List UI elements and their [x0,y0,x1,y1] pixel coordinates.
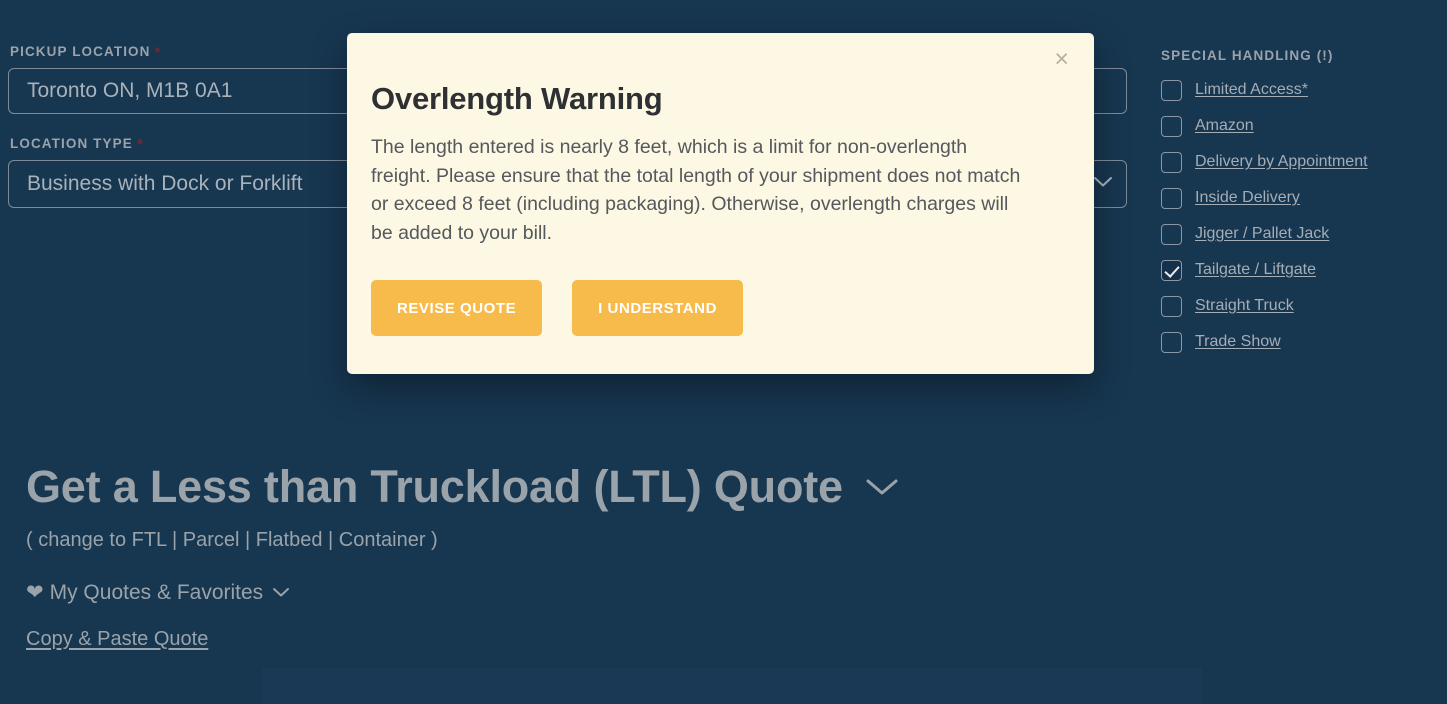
special-handling-option-limited-access[interactable]: Limited Access* [1161,72,1441,108]
i-understand-button[interactable]: I UNDERSTAND [572,280,743,336]
special-handling-option-inside-delivery[interactable]: Inside Delivery [1161,180,1441,216]
pickup-location-label-text: PICKUP LOCATION [10,44,151,59]
checkbox-icon[interactable] [1161,79,1182,101]
special-handling-section: SPECIAL HANDLING (!) Limited Access* Ama… [1161,48,1441,360]
modal-title: Overlength Warning [371,81,663,116]
special-handling-option-label: Trade Show [1195,333,1281,350]
special-handling-option-label: Jigger / Pallet Jack [1195,225,1330,242]
special-handling-option-trade-show[interactable]: Trade Show [1161,324,1441,360]
special-handling-option-label: Straight Truck [1195,297,1294,314]
chevron-down-icon[interactable] [272,587,290,598]
modal-actions: REVISE QUOTE I UNDERSTAND [347,247,1094,336]
special-handling-option-label: Inside Delivery [1195,189,1300,206]
special-handling-option-jigger-pallet-jack[interactable]: Jigger / Pallet Jack [1161,216,1441,252]
special-handling-option-label: Tailgate / Liftgate [1195,261,1316,278]
revise-quote-button[interactable]: REVISE QUOTE [371,280,543,336]
modal-body-text: The length entered is nearly 8 feet, whi… [371,136,1021,244]
close-icon[interactable]: × [1046,43,1077,76]
special-handling-title: SPECIAL HANDLING (!) [1161,48,1334,63]
location-type-label-text: LOCATION TYPE [10,136,133,151]
checkbox-icon[interactable] [1161,187,1182,209]
my-quotes-favorites[interactable]: ❤ My Quotes & Favorites [26,581,1126,605]
chevron-down-icon[interactable] [865,477,899,497]
special-handling-option-label: Amazon [1195,117,1254,134]
overlength-warning-modal: × Overlength Warning The length entered … [347,33,1094,374]
location-type-value: Business with Dock or Forklift [27,172,303,195]
quote-type-section: Get a Less than Truckload (LTL) Quote ( … [26,462,1126,651]
required-asterisk: * [136,136,144,153]
special-handling-option-straight-truck[interactable]: Straight Truck [1161,288,1441,324]
checkbox-icon[interactable] [1161,115,1182,137]
page-title-text: Get a Less than Truckload (LTL) Quote [26,461,843,512]
required-asterisk: * [154,44,162,61]
bottom-panel [262,668,1202,704]
page-title[interactable]: Get a Less than Truckload (LTL) Quote [26,462,1126,512]
checkbox-icon[interactable] [1161,151,1182,173]
special-handling-option-label: Delivery by Appointment [1195,153,1368,170]
checkbox-checked-icon[interactable] [1161,259,1182,281]
checkbox-icon[interactable] [1161,295,1182,317]
special-handling-option-amazon[interactable]: Amazon [1161,108,1441,144]
change-quote-type-links[interactable]: ( change to FTL | Parcel | Flatbed | Con… [26,529,1126,552]
special-handling-option-tailgate-liftgate[interactable]: Tailgate / Liftgate [1161,252,1441,288]
checkbox-icon[interactable] [1161,331,1182,353]
copy-paste-quote-link[interactable]: Copy & Paste Quote [26,628,208,651]
my-quotes-favorites-label: My Quotes & Favorites [49,580,264,604]
special-handling-option-label: Limited Access* [1195,81,1308,98]
special-handling-option-delivery-by-appointment[interactable]: Delivery by Appointment [1161,144,1441,180]
checkbox-icon[interactable] [1161,223,1182,245]
heart-icon: ❤ [26,581,44,604]
